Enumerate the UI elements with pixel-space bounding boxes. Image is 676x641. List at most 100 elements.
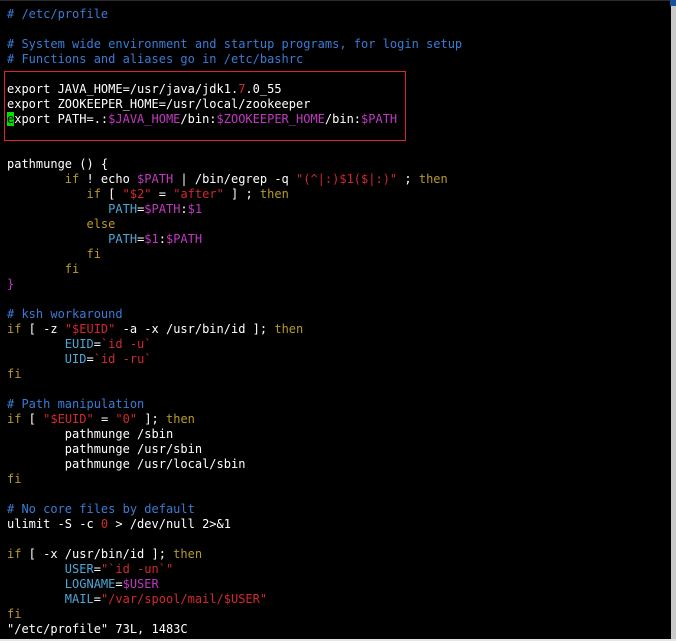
code-line: if ! echo $PATH | /bin/egrep -q "(^|:)$1… <box>7 172 671 187</box>
code-token: > /dev/null 2>&1 <box>108 517 231 531</box>
code-token: [ <box>100 187 123 201</box>
code-line: fi <box>7 262 671 277</box>
window-corner-marker <box>670 0 676 6</box>
code-token: if <box>7 322 22 336</box>
window-right-edge <box>671 0 676 641</box>
code-token: `id -u` <box>100 337 152 351</box>
code-token: USER <box>64 562 94 576</box>
code-token: if <box>7 412 22 426</box>
code-line: LOGNAME=$USER <box>7 577 671 592</box>
code-token: [ -x /usr/bin/id ]; <box>21 547 174 561</box>
code-token: $PATH <box>165 232 203 246</box>
code-line: # Functions and aliases go in /etc/bashr… <box>7 52 671 67</box>
code-token: [ <box>21 412 44 426</box>
code-token: : <box>158 232 166 246</box>
code-line: pathmunge () { <box>7 157 671 172</box>
code-token: : <box>180 202 188 216</box>
code-token: $USER <box>122 577 159 591</box>
code-line: ulimit -S -c 0 > /dev/null 2>&1 <box>7 517 671 532</box>
code-line: fi <box>7 472 671 487</box>
code-token: LOGNAME <box>64 577 116 591</box>
code-line: fi <box>7 607 671 622</box>
code-line: # ksh workaround <box>7 307 671 322</box>
code-token: MAIL <box>64 592 94 606</box>
code-token: $JAVA_HOME <box>108 112 181 126</box>
code-token: = <box>115 577 123 591</box>
code-token: "0" <box>115 412 138 426</box>
code-token: then <box>274 322 304 336</box>
code-token: "(^|:)$1($|:)" <box>296 172 398 186</box>
code-token: | /bin/egrep -q <box>173 172 296 186</box>
code-token: pathmunge /usr/local/sbin <box>7 457 246 471</box>
code-token: # /etc/profile <box>7 7 109 21</box>
code-line: # System wide environment and startup pr… <box>7 37 671 52</box>
code-token: # No core files by default <box>7 502 195 516</box>
code-token: .0_55 <box>245 82 282 96</box>
code-token: pathmunge /usr/sbin <box>7 442 203 456</box>
code-line: # Path manipulation <box>7 397 671 412</box>
code-token: then <box>166 412 195 426</box>
code-line: UID=`id -ru` <box>7 352 671 367</box>
code-token: export JAVA_HOME=/usr/java/jdk1. <box>7 82 239 96</box>
code-token: "$EUID" <box>43 412 94 426</box>
code-token: # Functions and aliases go in /etc/bashr… <box>7 52 304 66</box>
code-line: if [ -z "$EUID" -a -x /usr/bin/id ]; the… <box>7 322 671 337</box>
code-line: # No core files by default <box>7 502 671 517</box>
code-token: [ -z <box>21 322 65 336</box>
code-line: if [ -x /usr/bin/id ]; then <box>7 547 671 562</box>
code-token: # Path manipulation <box>7 397 145 411</box>
code-line: export PATH=.:$JAVA_HOME/bin:$ZOOKEEPER_… <box>7 112 671 127</box>
code-token: PATH <box>108 202 138 216</box>
code-token: else <box>86 217 116 231</box>
code-token: if <box>7 547 22 561</box>
code-token: = <box>151 187 174 201</box>
code-line: pathmunge /usr/local/sbin <box>7 457 671 472</box>
code-token: ulimit -S -c <box>7 517 101 531</box>
code-token: # System wide environment and startup pr… <box>7 37 463 51</box>
code-token: fi <box>7 472 22 486</box>
code-token: # ksh workaround <box>7 307 123 321</box>
code-token: = <box>93 562 101 576</box>
code-token: then <box>173 547 203 561</box>
code-token: $PATH <box>361 112 398 126</box>
code-token: if <box>86 187 101 201</box>
code-token: $1 <box>187 202 203 216</box>
code-token: $1 <box>144 232 159 246</box>
editor-buffer[interactable]: # /etc/profile # System wide environment… <box>7 7 671 622</box>
code-line: export ZOOKEEPER_HOME=/usr/local/zookeep… <box>7 97 671 112</box>
code-token: ]; <box>137 412 166 426</box>
vim-status-line: "/etc/profile" 73L, 1483C <box>7 622 188 636</box>
code-token: fi <box>7 607 22 621</box>
code-token: -a -x /usr/bin/id ]; <box>115 322 275 336</box>
code-line: pathmunge /usr/sbin <box>7 442 671 457</box>
terminal-window[interactable]: # /etc/profile # System wide environment… <box>0 0 671 640</box>
code-line: USER="`id -un`" <box>7 562 671 577</box>
code-token: fi <box>7 367 22 381</box>
code-token: ! echo <box>79 172 138 186</box>
code-token: = <box>86 352 94 366</box>
code-token: if <box>64 172 80 186</box>
code-token: then <box>418 172 448 186</box>
code-token: PATH <box>108 232 138 246</box>
code-token: $PATH <box>137 172 174 186</box>
code-token: `id -ru` <box>93 352 152 366</box>
code-token: "`id -un`" <box>100 562 174 576</box>
code-line: # /etc/profile <box>7 7 671 22</box>
code-line: PATH=$PATH:$1 <box>7 202 671 217</box>
code-token: = <box>93 337 101 351</box>
code-token: fi <box>86 247 101 261</box>
